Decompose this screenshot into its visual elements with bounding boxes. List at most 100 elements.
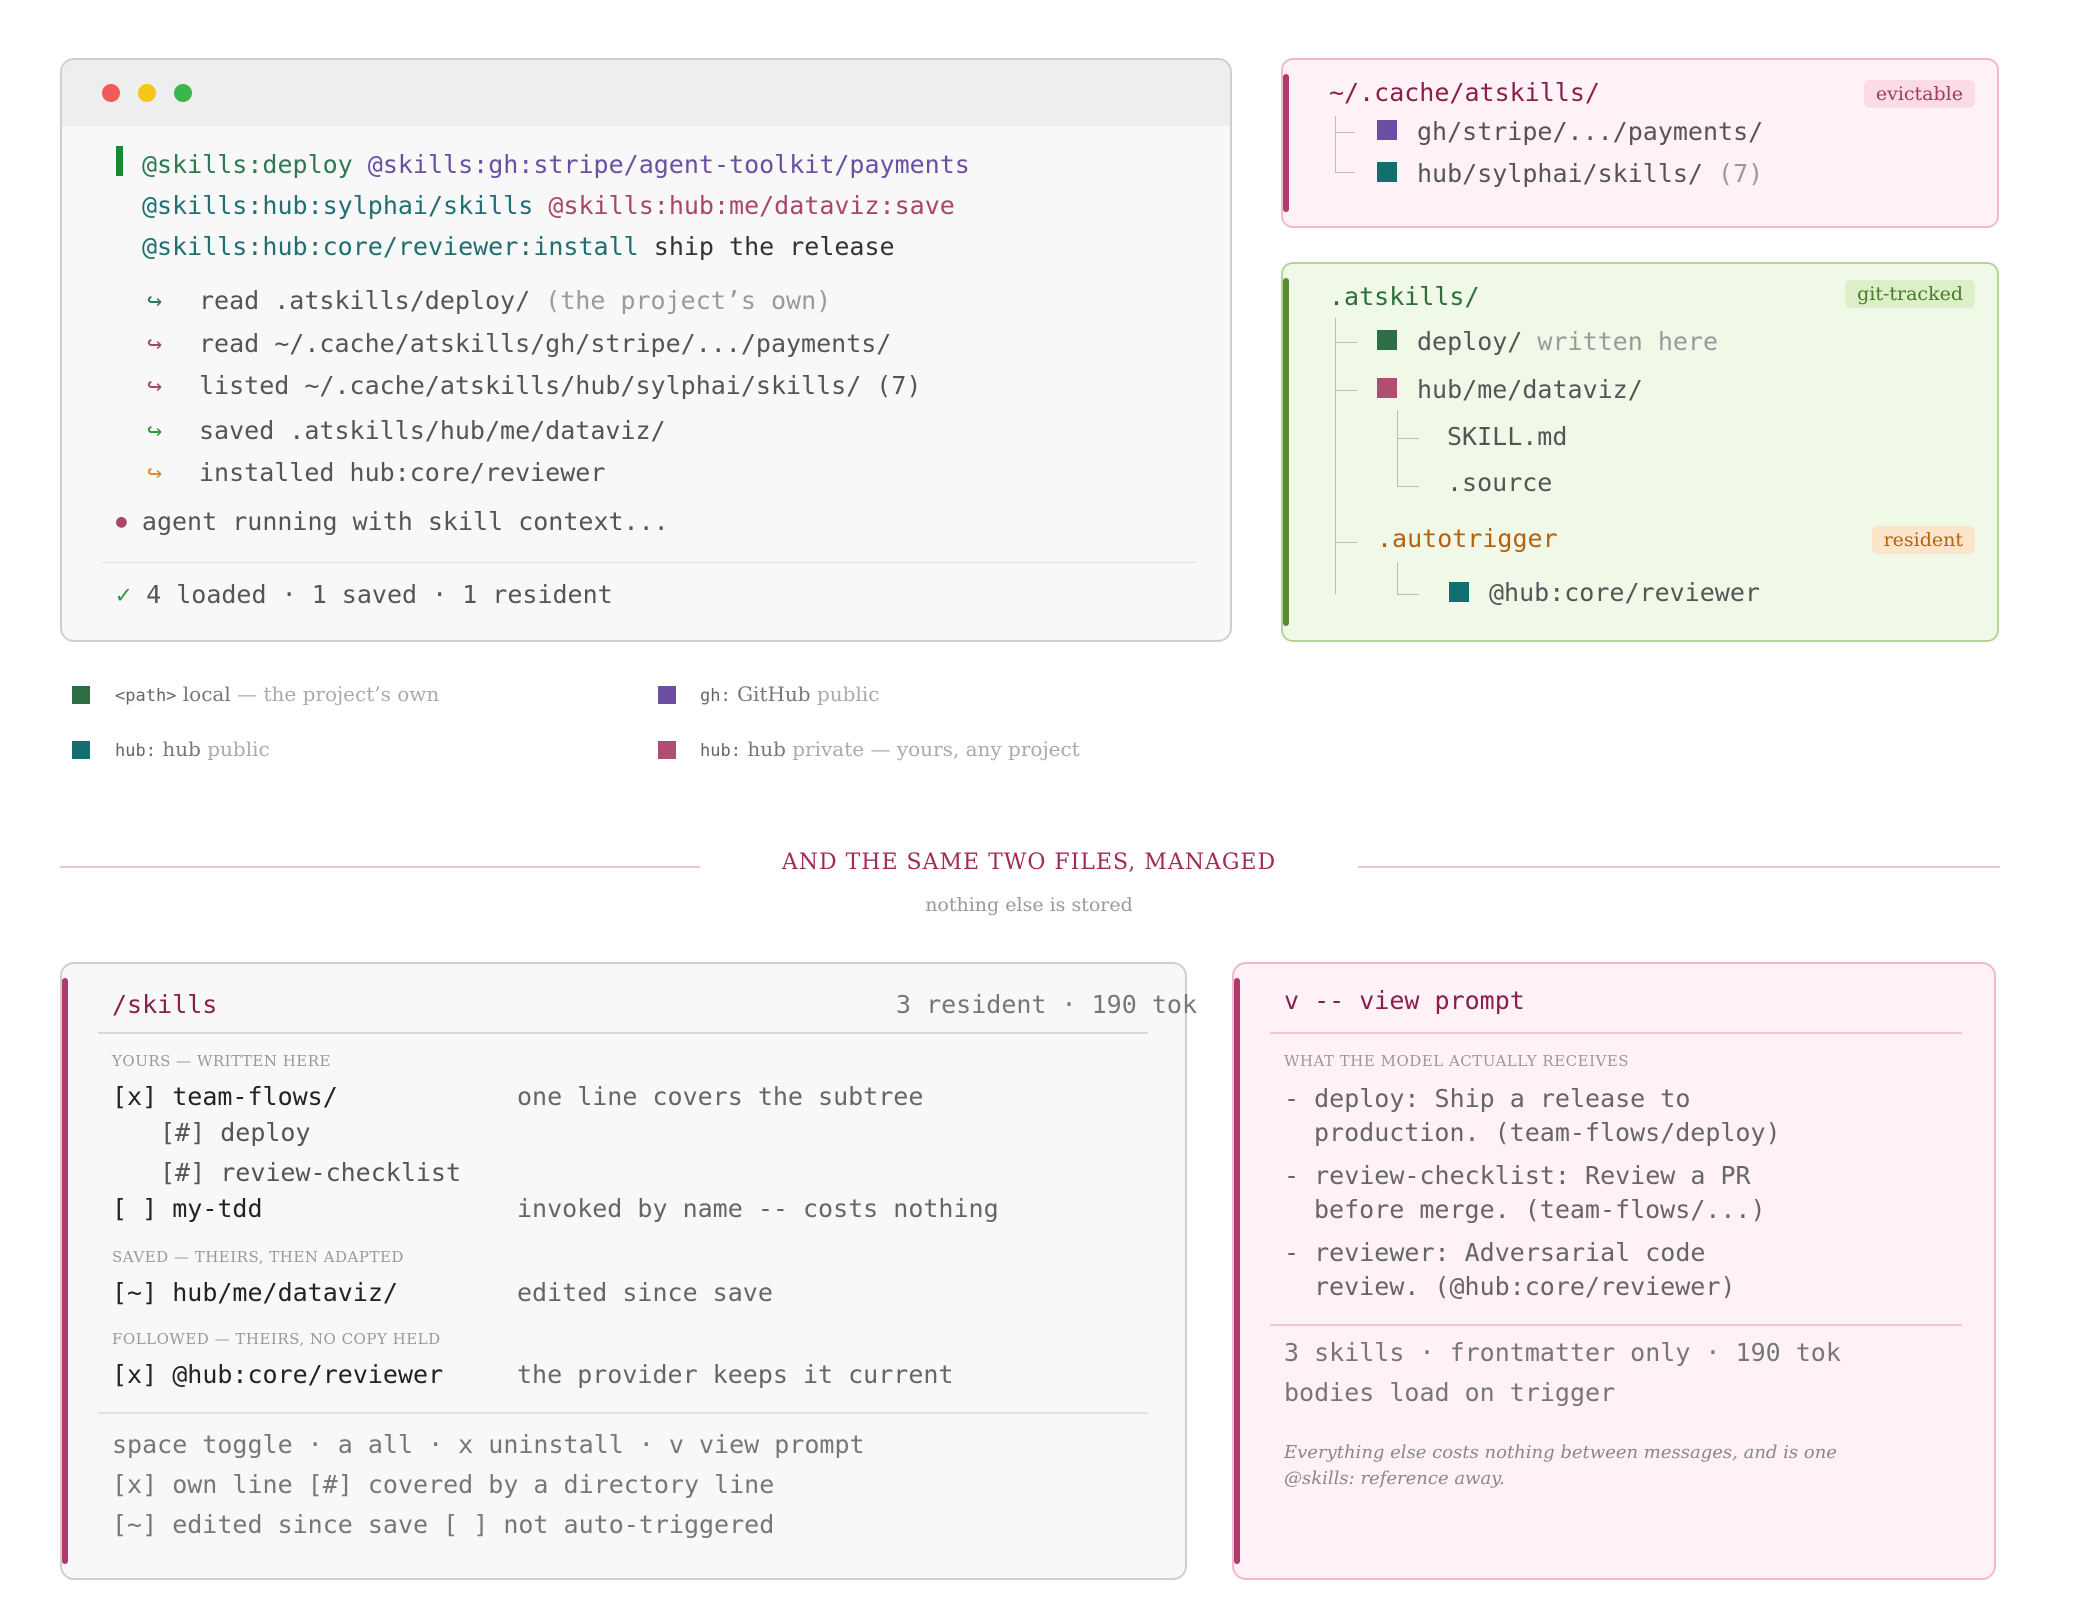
prompt-line-1[interactable]: @skills:deploy @skills:gh:stripe/agent-t… bbox=[142, 150, 970, 179]
summary-line: ✓ 4 loaded · 1 saved · 1 resident bbox=[116, 580, 613, 609]
legend-note: — the project’s own bbox=[237, 682, 440, 706]
summary-text: 4 loaded · 1 saved · 1 resident bbox=[146, 580, 613, 609]
prompt-summary: 3 skills · frontmatter only · 190 tok bbox=[1284, 1338, 1841, 1367]
tree-line bbox=[1397, 410, 1399, 486]
skills-status: 3 resident · 190 tok bbox=[895, 990, 1197, 1019]
section-subheading: nothing else is stored bbox=[925, 894, 1133, 916]
file-skill-md[interactable]: SKILL.md bbox=[1447, 422, 1567, 451]
tree-line bbox=[1335, 172, 1355, 173]
skill-checkbox[interactable]: [#] bbox=[160, 1158, 205, 1187]
resident-reviewer[interactable]: @hub:core/reviewer bbox=[1489, 578, 1760, 607]
file-source[interactable]: .source bbox=[1447, 468, 1552, 497]
close-window-button[interactable] bbox=[102, 84, 120, 102]
footnote-line-2: @skills: reference away. bbox=[1284, 1468, 1505, 1489]
tree-line bbox=[1335, 342, 1357, 343]
skills-panel: /skills 3 resident · 190 tok YOURS — WRI… bbox=[60, 962, 1197, 1580]
skill-row-my-tdd[interactable]: [ ] my-tdd bbox=[112, 1194, 263, 1223]
step-line: ↪ listed ~/.cache/atskills/hub/sylphai/sk… bbox=[147, 371, 921, 400]
skill-ref-hub-dataviz: @skills:hub:me/dataviz:save bbox=[548, 191, 955, 220]
local-item-dataviz[interactable]: hub/me/dataviz/ bbox=[1417, 375, 1643, 404]
skill-row-review-checklist[interactable]: [#] review-checklist bbox=[160, 1158, 461, 1187]
hub-source-icon bbox=[1449, 582, 1469, 602]
prompt-entry-line: - deploy: Ship a release to bbox=[1284, 1084, 1691, 1113]
section-heading: AND THE SAME TWO FILES, MANAGED bbox=[781, 850, 1277, 875]
panel-accent-bar bbox=[62, 978, 68, 1564]
legend-label: local bbox=[182, 682, 231, 706]
legend-swatch-local bbox=[72, 686, 90, 704]
prompt-entry-line: production. (team-flows/deploy) bbox=[1314, 1118, 1781, 1147]
followed-heading: FOLLOWED — THEIRS, NO COPY HELD bbox=[112, 1330, 441, 1348]
help-line-marks-2: [~] edited since save [ ] not auto-trigg… bbox=[112, 1510, 775, 1539]
skill-checkbox[interactable]: [~] bbox=[112, 1278, 157, 1307]
legend-local: <path> local — the project’s own bbox=[115, 682, 439, 706]
skill-desc: the provider keeps it current bbox=[517, 1360, 954, 1389]
skill-name: review-checklist bbox=[220, 1158, 462, 1187]
skill-row-dataviz[interactable]: [~] hub/me/dataviz/ bbox=[112, 1278, 398, 1307]
skill-row-team-flows[interactable]: [x] team-flows/ bbox=[112, 1082, 338, 1111]
skill-ref-deploy: @skills:deploy bbox=[142, 150, 353, 179]
view-heading: WHAT THE MODEL ACTUALLY RECEIVES bbox=[1284, 1052, 1630, 1070]
skill-checkbox[interactable]: [x] bbox=[112, 1082, 157, 1111]
cache-panel: ~/.cache/atskills/ evictable gh/stripe/.… bbox=[1281, 58, 1999, 228]
step-line: ↪ saved .atskills/hub/me/dataviz/ bbox=[147, 416, 666, 445]
status-running: ● agent running with skill context... bbox=[116, 507, 669, 536]
step-line: ↪ read .atskills/deploy/ (the project’s o… bbox=[147, 286, 831, 315]
step-text: read .atskills/deploy/ bbox=[199, 286, 531, 315]
legend-swatch-hub-private bbox=[658, 741, 676, 759]
legend-label: hub bbox=[747, 737, 786, 761]
step-line: ↪ installed hub:core/reviewer bbox=[147, 458, 605, 487]
help-line-marks-1: [x] own line [#] covered by a directory … bbox=[112, 1470, 775, 1499]
prompt-line-3[interactable]: @skills:hub:core/reviewer:install ship t… bbox=[142, 232, 895, 261]
step-text: read ~/.cache/atskills/gh/stripe/.../pay… bbox=[199, 329, 892, 358]
cache-item-gh[interactable]: gh/stripe/.../payments/ bbox=[1417, 117, 1763, 146]
skill-ref-hub-reviewer: @skills:hub:core/reviewer:install bbox=[142, 232, 639, 261]
tree-line bbox=[1335, 132, 1355, 133]
skill-row-deploy[interactable]: [#] deploy bbox=[160, 1118, 311, 1147]
skill-checkbox[interactable]: [#] bbox=[160, 1118, 205, 1147]
skill-ref-hub-sylphai: @skills:hub:sylphai/skills bbox=[142, 191, 534, 220]
arrow-icon: ↪ bbox=[147, 416, 163, 445]
legend-label: hub bbox=[162, 737, 201, 761]
step-text: saved .atskills/hub/me/dataviz/ bbox=[199, 416, 666, 445]
prompt-entry-line: before merge. (team-flows/...) bbox=[1314, 1195, 1766, 1224]
prompt-line-2[interactable]: @skills:hub:sylphai/skills @skills:hub:m… bbox=[142, 191, 955, 220]
local-item-deploy[interactable]: deploy/ written here bbox=[1417, 327, 1718, 356]
legend-swatch-gh bbox=[658, 686, 676, 704]
legend-gh: gh: GitHub public bbox=[700, 682, 879, 706]
skill-name: my-tdd bbox=[172, 1194, 263, 1223]
legend-swatch-hub-public bbox=[72, 741, 90, 759]
skill-checkbox[interactable]: [x] bbox=[112, 1360, 157, 1389]
tree-line bbox=[1335, 542, 1357, 543]
skill-checkbox[interactable]: [ ] bbox=[112, 1194, 157, 1223]
legend-hub-private: hub: hub private — yours, any project bbox=[700, 737, 1080, 761]
tree-line bbox=[1397, 486, 1419, 487]
autotrigger-file[interactable]: .autotrigger bbox=[1377, 524, 1558, 553]
hub-source-icon bbox=[1377, 162, 1397, 182]
legend-code: hub: bbox=[700, 741, 741, 761]
prompt-entry-line: review. (@hub:core/reviewer) bbox=[1314, 1272, 1736, 1301]
tree-line bbox=[1335, 390, 1357, 391]
prompt-summary-2: bodies load on trigger bbox=[1284, 1378, 1616, 1407]
cursor-bar bbox=[116, 146, 123, 176]
step-text: installed hub:core/reviewer bbox=[199, 458, 606, 487]
arrow-icon: ↪ bbox=[147, 286, 163, 315]
section-rule-right bbox=[1358, 866, 2000, 868]
skill-row-reviewer[interactable]: [x] @hub:core/reviewer bbox=[112, 1360, 443, 1389]
maximize-window-button[interactable] bbox=[174, 84, 192, 102]
divider bbox=[98, 1032, 1148, 1034]
cache-item-hub[interactable]: hub/sylphai/skills/ (7) bbox=[1417, 159, 1763, 188]
skill-name: team-flows/ bbox=[172, 1082, 338, 1111]
panel-accent-bar bbox=[1234, 978, 1240, 1564]
divider bbox=[102, 562, 1196, 563]
tree-line bbox=[1397, 562, 1399, 594]
view-prompt-panel: v -- view prompt WHAT THE MODEL ACTUALLY… bbox=[1232, 962, 1996, 1580]
local-panel: .atskills/ git-tracked deploy/ written h… bbox=[1281, 262, 1999, 642]
saved-heading: SAVED — THEIRS, THEN ADAPTED bbox=[112, 1248, 404, 1266]
skill-desc: one line covers the subtree bbox=[517, 1082, 924, 1111]
panel-accent-bar bbox=[1283, 74, 1289, 212]
section-rule-left bbox=[60, 866, 700, 868]
prompt-entry-line: - review-checklist: Review a PR bbox=[1284, 1161, 1751, 1190]
arrow-icon: ↪ bbox=[147, 329, 163, 358]
bullet-icon: ● bbox=[116, 511, 127, 532]
minimize-window-button[interactable] bbox=[138, 84, 156, 102]
